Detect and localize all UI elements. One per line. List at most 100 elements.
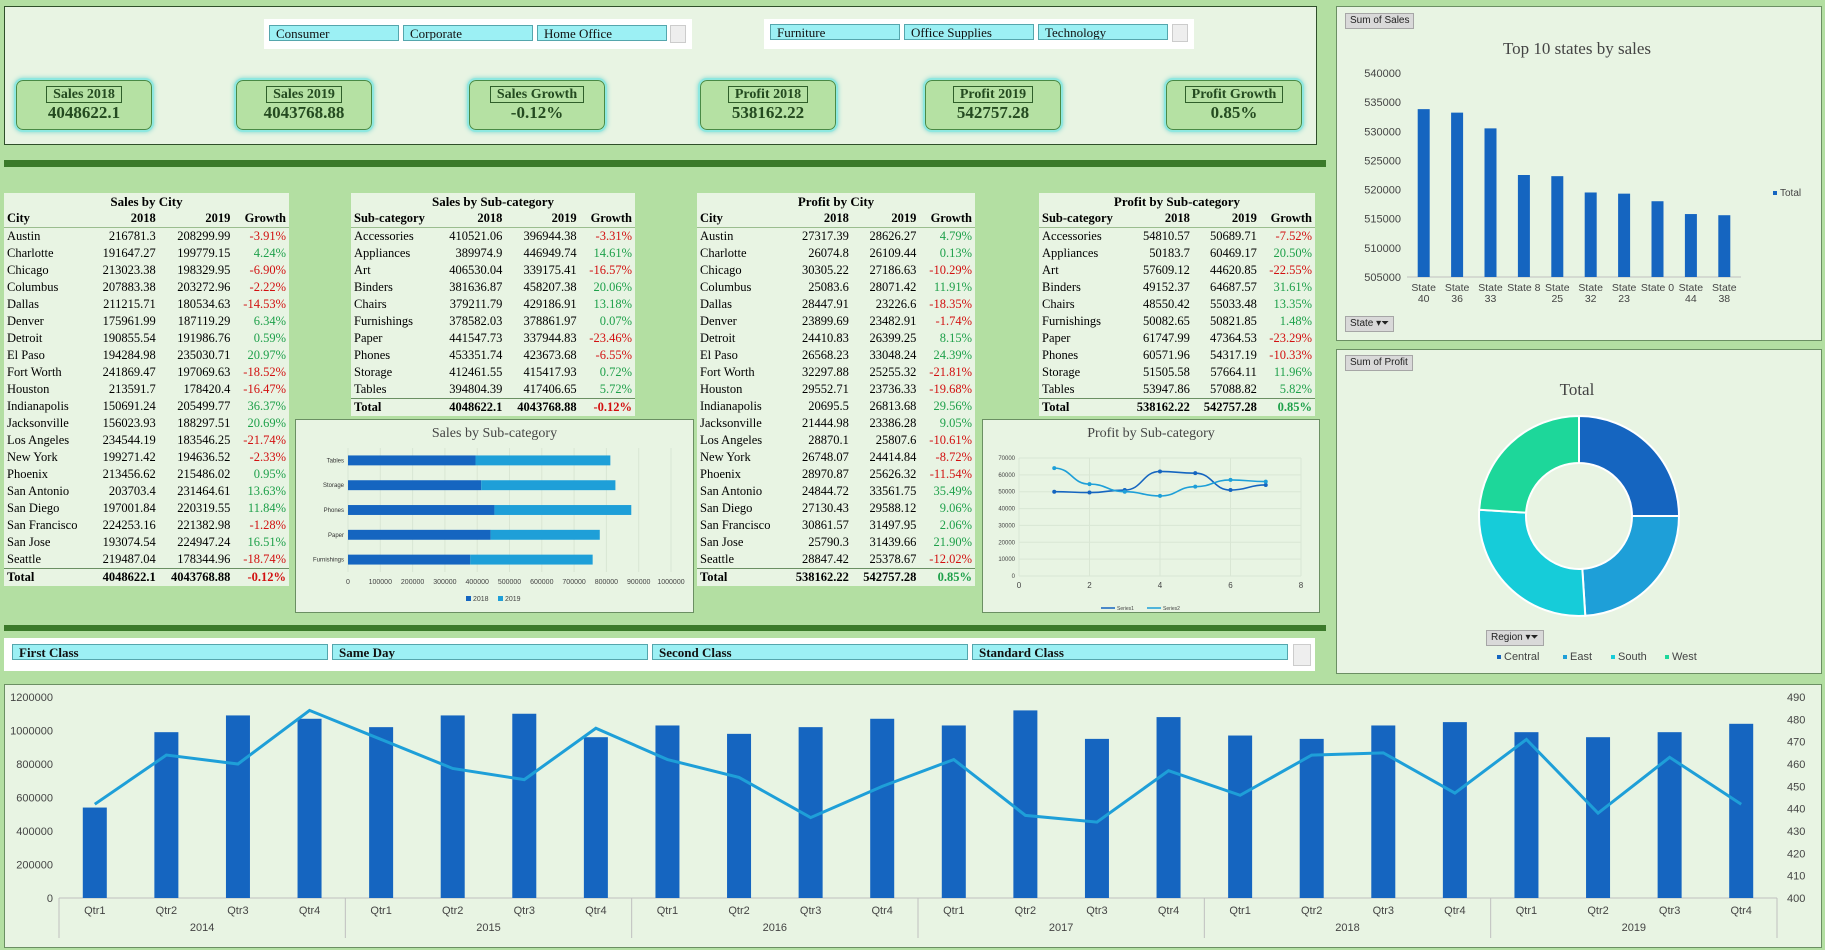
slicer-segment-consumer[interactable]: Consumer [269, 25, 399, 41]
table-cell: 4.24% [253, 246, 286, 260]
table-cell: 44620.85 [1209, 263, 1257, 277]
x-tick-label: Qtr3 [800, 905, 821, 917]
table-cell: 13.63% [247, 484, 286, 498]
filter-icon: ▾⏷ [1376, 318, 1390, 329]
slicer-segment-home-office[interactable]: Home Office [537, 25, 667, 41]
table-cell: Austin [700, 229, 734, 243]
table-row: El Paso 194284.98 235030.71 20.97% [4, 347, 289, 364]
table-cell: San Francisco [700, 518, 771, 532]
table-row: Seattle 219487.04 178344.96 -18.74% [4, 551, 289, 569]
x-tick-label: Qtr2 [728, 905, 749, 917]
table-cell: Paper [1042, 331, 1071, 345]
quarterly-sales-combo-chart: 0 200000 400000 600000 800000 1000000 1200000 4… [10, 692, 1805, 938]
table-cell: -14.53% [243, 297, 286, 311]
y-tick-label: 0 [1012, 574, 1016, 580]
bar [870, 718, 895, 898]
column-header: City [697, 210, 785, 228]
state-filter-label: State [1350, 318, 1374, 329]
table-row: Storage 51505.58 57664.11 11.96% [1039, 364, 1315, 381]
table-cell: 213591.7 [108, 382, 156, 396]
table-cell: Detroit [7, 331, 43, 345]
table-row: Detroit 190855.54 191986.76 0.59% [4, 330, 289, 347]
table-cell: 13.35% [1273, 297, 1312, 311]
slicer-scrollbar[interactable] [1293, 644, 1311, 666]
series-line [93, 708, 1743, 824]
table-row: Phones 60571.96 54317.19 -10.33% [1039, 347, 1315, 364]
x-tick-label: 36 [1451, 293, 1463, 305]
table-cell: Total [351, 398, 439, 416]
table-row: Denver 23899.69 23482.91 -1.74% [697, 313, 975, 330]
x-group-label: 2014 [190, 922, 214, 934]
x-tick-label: State 0 [1641, 282, 1674, 294]
table-row: El Paso 26568.23 33048.24 24.39% [697, 347, 975, 364]
table-cell: 24410.83 [801, 331, 849, 345]
table-cell: 213023.38 [102, 263, 156, 277]
slicer-category-furniture[interactable]: Furniture [770, 24, 900, 40]
bar-2019 [475, 455, 611, 466]
table-cell: Austin [7, 229, 41, 243]
y-tick-label: 40000 [998, 507, 1015, 513]
slicer-segment-corporate[interactable]: Corporate [403, 25, 533, 41]
x-tick-label: Qtr1 [370, 905, 391, 917]
y2-tick-label: 400 [1787, 893, 1805, 905]
y-tick-label: 1200000 [10, 692, 53, 704]
slicer-scrollbar[interactable] [1172, 24, 1188, 42]
table-cell: 441547.73 [449, 331, 503, 345]
table-cell: Chairs [1042, 297, 1075, 311]
profit-by-subcategory-table: Profit by Sub-category Sub-category 2018 20… [1039, 193, 1315, 416]
legend-label: Total [1780, 188, 1801, 199]
slicer-category-technology[interactable]: Technology [1038, 24, 1168, 40]
bar [369, 727, 394, 898]
y2-tick-label: 410 [1787, 871, 1805, 883]
data-point [1263, 479, 1268, 484]
table-cell: San Diego [700, 501, 753, 515]
legend-swatch [1665, 655, 1669, 659]
table-cell: 24844.72 [801, 484, 849, 498]
table-cell: 378861.97 [523, 314, 577, 328]
x-tick-label: 0 [1017, 581, 1022, 590]
table-cell: San Antonio [7, 484, 70, 498]
table-cell: 381636.87 [449, 280, 503, 294]
slicer-scrollbar[interactable] [670, 25, 686, 43]
table-cell: 231464.61 [177, 484, 231, 498]
table-cell: 208299.99 [177, 229, 231, 243]
table-row: San Francisco 30861.57 31497.95 2.06% [697, 517, 975, 534]
column-header: 2019 [158, 210, 234, 228]
table-cell: 25083.6 [808, 280, 849, 294]
table-cell: 23899.69 [801, 314, 849, 328]
region-filter-button[interactable]: Region ▾⏷ [1486, 630, 1544, 646]
table-cell: Binders [354, 280, 393, 294]
slicer-ship-second-class[interactable]: Second Class [652, 644, 968, 660]
x-tick-label: 33 [1485, 293, 1497, 305]
table-cell: 0.07% [599, 314, 632, 328]
table-cell: 60469.17 [1209, 246, 1257, 260]
x-tick-label: Qtr4 [1158, 905, 1179, 917]
slice-south [1478, 508, 1587, 617]
table-cell: Chicago [7, 263, 49, 277]
table-cell: Tables [354, 382, 387, 396]
slicer-ship-first-class[interactable]: First Class [12, 644, 328, 660]
state-filter-button[interactable]: State ▾⏷ [1345, 316, 1395, 332]
x-tick-label: Qtr1 [943, 905, 964, 917]
table-cell: Indianapolis [7, 399, 69, 413]
table-cell: Phoenix [7, 467, 48, 481]
table-cell: 446949.74 [523, 246, 577, 260]
table-cell: -7.52% [1275, 229, 1312, 243]
x-tick-label: 38 [1718, 293, 1730, 305]
slicer-ship-same-day[interactable]: Same Day [332, 644, 648, 660]
table-cell: Jacksonville [700, 416, 762, 430]
table-cell: 194636.52 [177, 450, 231, 464]
table-cell: 20695.5 [808, 399, 849, 413]
table-row: Jacksonville 156023.93 188297.51 20.69% [4, 415, 289, 432]
x-tick-label: Qtr4 [585, 905, 606, 917]
table-cell: Indianapolis [700, 399, 762, 413]
table-cell: 396944.38 [523, 229, 577, 243]
x-tick-label: Qtr3 [1659, 905, 1680, 917]
table-cell: 412461.55 [449, 365, 503, 379]
x-tick-label: 100000 [369, 579, 392, 586]
slicer-ship-standard-class[interactable]: Standard Class [972, 644, 1288, 660]
table-cell: 180534.63 [177, 297, 231, 311]
slicer-category-office-supplies[interactable]: Office Supplies [904, 24, 1034, 40]
table-cell: -6.90% [249, 263, 286, 277]
table-row: Austin 27317.39 28626.27 4.79% [697, 228, 975, 246]
